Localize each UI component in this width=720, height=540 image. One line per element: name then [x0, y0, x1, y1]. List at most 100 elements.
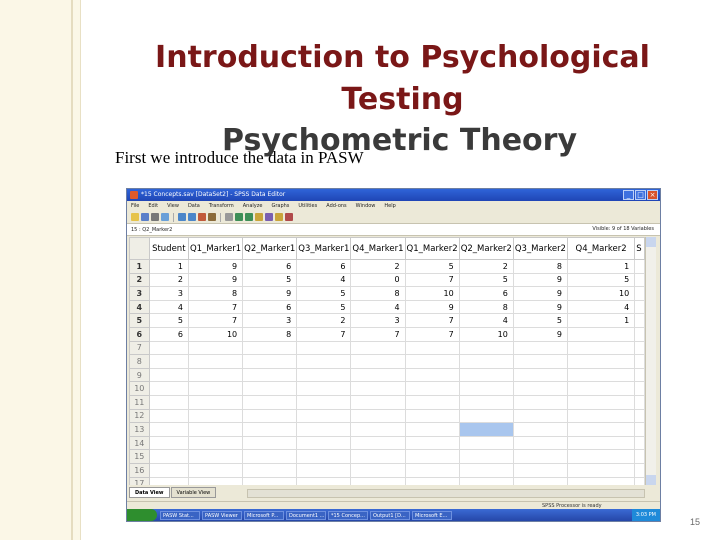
save-icon[interactable]: [141, 213, 149, 221]
data-cell[interactable]: 6: [296, 259, 352, 274]
data-cell[interactable]: 8: [458, 299, 514, 315]
data-cell[interactable]: [458, 408, 514, 424]
data-cell[interactable]: [148, 449, 189, 464]
data-cell[interactable]: [296, 394, 352, 410]
data-cell[interactable]: [350, 449, 406, 464]
data-cell[interactable]: [634, 286, 645, 301]
row-number[interactable]: 11: [129, 394, 150, 410]
data-cell[interactable]: [512, 435, 568, 451]
data-cell[interactable]: [634, 435, 645, 451]
cell-reference-bar[interactable]: 15 : Q2_Marker2 Visible: 9 of 18 Variabl…: [127, 224, 660, 236]
data-cell[interactable]: [242, 367, 298, 383]
data-cell[interactable]: [512, 422, 568, 437]
data-cell[interactable]: [634, 313, 645, 328]
menu-utilities[interactable]: Utilities: [298, 201, 317, 211]
data-cell[interactable]: [242, 449, 298, 464]
data-cell[interactable]: 7: [404, 326, 460, 342]
data-cell[interactable]: [187, 435, 244, 451]
data-cell[interactable]: [187, 340, 244, 356]
data-cell[interactable]: 7: [187, 313, 244, 328]
data-cell[interactable]: 5: [458, 272, 514, 288]
data-cell[interactable]: [148, 367, 189, 383]
tab-data-view[interactable]: Data View: [129, 487, 170, 498]
column-header[interactable]: Student: [148, 237, 189, 260]
data-cell[interactable]: 1: [148, 259, 189, 274]
value-labels-icon[interactable]: [285, 213, 293, 221]
data-cell[interactable]: [148, 435, 189, 451]
data-cell[interactable]: [404, 449, 460, 464]
column-header[interactable]: Q3_Marker2: [512, 237, 568, 260]
data-cell[interactable]: [458, 340, 514, 356]
data-cell[interactable]: [404, 422, 460, 437]
data-cell[interactable]: 2: [148, 272, 189, 288]
column-header[interactable]: Q4_Marker2: [566, 237, 636, 260]
data-cell[interactable]: [242, 340, 298, 356]
minimize-button[interactable]: _: [623, 190, 634, 200]
data-cell[interactable]: 5: [566, 272, 636, 288]
data-cell[interactable]: 6: [242, 299, 298, 315]
data-cell[interactable]: 10: [566, 286, 636, 301]
data-cell[interactable]: 7: [404, 272, 460, 288]
dialog-recall-icon[interactable]: [161, 213, 169, 221]
taskbar-item[interactable]: Microsoft P...: [244, 510, 284, 520]
data-cell[interactable]: [187, 367, 244, 383]
data-cell[interactable]: [566, 354, 636, 369]
weight-cases-icon[interactable]: [265, 213, 273, 221]
row-number[interactable]: 13: [129, 422, 150, 437]
data-cell[interactable]: 3: [350, 313, 406, 328]
data-cell[interactable]: [242, 462, 298, 478]
data-cell[interactable]: 8: [350, 286, 406, 301]
data-cell[interactable]: 3: [242, 313, 298, 328]
data-cell[interactable]: [634, 394, 645, 410]
data-cell[interactable]: 8: [242, 326, 298, 342]
data-cell[interactable]: 6: [242, 259, 298, 274]
menu-data[interactable]: Data: [188, 201, 200, 211]
data-cell[interactable]: [634, 367, 645, 383]
data-cell[interactable]: [350, 394, 406, 410]
data-cell[interactable]: [566, 367, 636, 383]
data-cell[interactable]: [634, 408, 645, 424]
column-header[interactable]: Q4_Marker1: [350, 237, 406, 260]
taskbar-item[interactable]: *15 Concep...: [328, 510, 368, 520]
data-cell[interactable]: 6: [458, 286, 514, 301]
data-cell[interactable]: [458, 367, 514, 383]
data-cell[interactable]: [350, 476, 406, 485]
data-cell[interactable]: [242, 381, 298, 396]
vertical-scrollbar[interactable]: [645, 237, 656, 485]
data-cell[interactable]: [242, 422, 298, 437]
start-button[interactable]: [127, 509, 157, 521]
data-cell[interactable]: 5: [296, 286, 352, 301]
data-cell[interactable]: [187, 394, 244, 410]
insert-cases-icon[interactable]: [235, 213, 243, 221]
close-button[interactable]: ×: [647, 190, 658, 200]
data-cell[interactable]: 9: [512, 286, 568, 301]
row-number[interactable]: 5: [129, 313, 150, 328]
data-cell[interactable]: [296, 367, 352, 383]
taskbar-item[interactable]: PASW Viewer: [202, 510, 242, 520]
data-cell[interactable]: [404, 367, 460, 383]
data-cell[interactable]: [404, 408, 460, 424]
horizontal-scrollbar[interactable]: [247, 489, 645, 498]
data-cell[interactable]: [296, 449, 352, 464]
data-cell[interactable]: 0: [350, 272, 406, 288]
split-file-icon[interactable]: [255, 213, 263, 221]
menu-analyze[interactable]: Analyze: [243, 201, 263, 211]
data-cell[interactable]: [512, 408, 568, 424]
data-cell[interactable]: [187, 354, 244, 369]
data-cell[interactable]: [566, 476, 636, 485]
data-cell[interactable]: 9: [242, 286, 298, 301]
menu-view[interactable]: View: [167, 201, 179, 211]
row-number[interactable]: 6: [129, 326, 150, 342]
data-cell[interactable]: 7: [404, 313, 460, 328]
data-cell[interactable]: [512, 449, 568, 464]
data-cell[interactable]: [350, 422, 406, 437]
data-cell[interactable]: [296, 354, 352, 369]
row-number[interactable]: 17: [129, 476, 150, 485]
data-cell[interactable]: [512, 476, 568, 485]
data-cell[interactable]: [404, 476, 460, 485]
data-cell[interactable]: [458, 381, 514, 396]
data-cell[interactable]: [634, 422, 645, 437]
menu-window[interactable]: Window: [356, 201, 376, 211]
data-cell[interactable]: 9: [187, 272, 244, 288]
row-number[interactable]: 8: [129, 354, 150, 369]
